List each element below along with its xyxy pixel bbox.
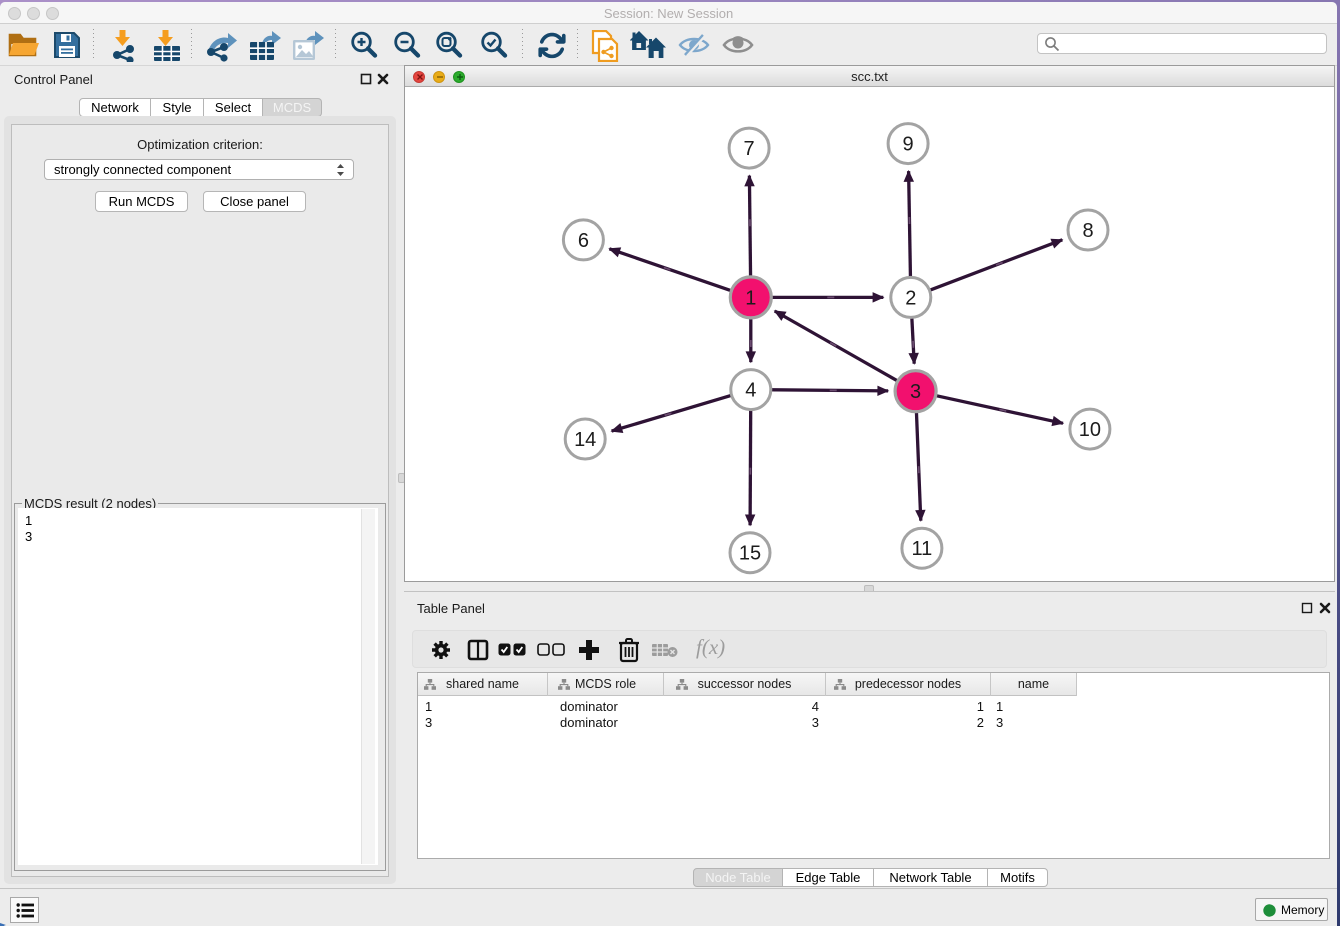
svg-text:10: 10 — [1079, 419, 1101, 441]
svg-text:4: 4 — [745, 380, 756, 402]
svg-text:15: 15 — [739, 543, 761, 565]
svg-text:11: 11 — [912, 538, 933, 560]
svg-text:1: 1 — [745, 287, 756, 309]
svg-text:14: 14 — [574, 429, 596, 451]
svg-text:3: 3 — [910, 381, 921, 403]
svg-text:7: 7 — [744, 138, 755, 160]
svg-text:9: 9 — [903, 134, 914, 156]
svg-text:2: 2 — [905, 287, 916, 309]
svg-text:8: 8 — [1082, 220, 1093, 242]
svg-text:6: 6 — [578, 230, 589, 252]
